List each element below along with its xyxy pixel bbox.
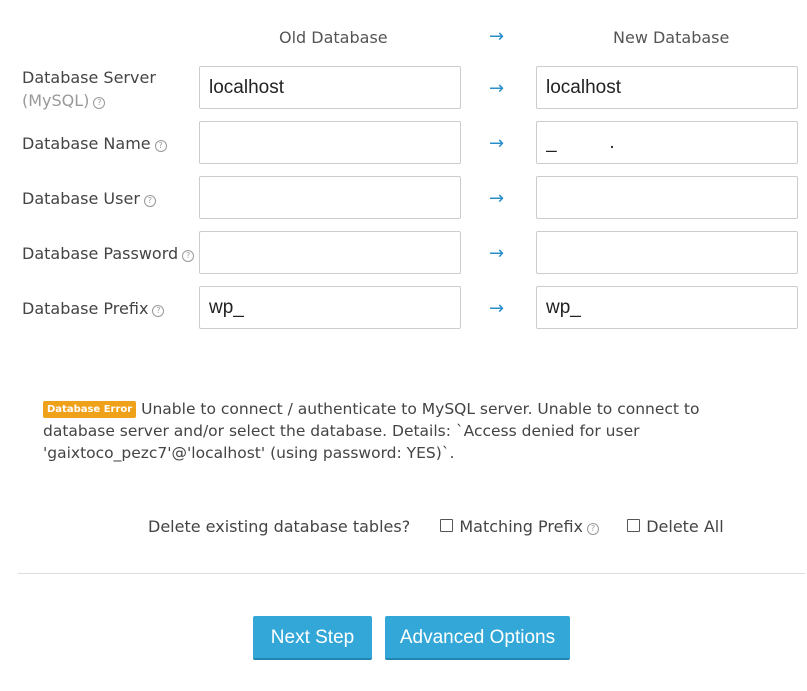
old-database-prefix-input[interactable] [199, 286, 461, 329]
old-database-name-input[interactable] [199, 121, 461, 164]
old-database-header: Old Database [279, 28, 388, 47]
delete-all-checkbox[interactable] [627, 519, 641, 532]
help-icon[interactable]: ? [587, 523, 600, 535]
new-database-user-input[interactable] [536, 176, 798, 219]
database-server-label-text: Database Server [22, 68, 156, 87]
new-database-prefix-input[interactable] [536, 286, 798, 329]
database-name-label: Database Name? [22, 132, 167, 155]
help-icon[interactable]: ? [152, 305, 165, 317]
database-password-label: Database Password? [22, 242, 195, 265]
database-prefix-label-text: Database Prefix [22, 299, 149, 318]
matching-prefix-label[interactable]: Matching Prefix [459, 517, 583, 536]
arrow-icon: → [489, 133, 505, 154]
new-database-header: New Database [613, 28, 730, 47]
database-name-label-text: Database Name [22, 134, 151, 153]
old-database-server-input[interactable] [199, 66, 461, 109]
arrow-icon: → [489, 243, 505, 264]
arrow-icon: → [489, 298, 505, 319]
header-arrow-icon: → [489, 26, 505, 47]
divider [18, 573, 805, 574]
new-database-password-input[interactable] [536, 231, 798, 274]
delete-all-label[interactable]: Delete All [646, 517, 724, 536]
help-icon[interactable]: ? [154, 140, 167, 152]
database-error-text: Unable to connect / authenticate to MySQ… [43, 400, 700, 462]
matching-prefix-checkbox[interactable] [440, 519, 454, 532]
help-icon[interactable]: ? [93, 97, 106, 109]
old-database-user-input[interactable] [199, 176, 461, 219]
delete-tables-question: Delete existing database tables? [148, 517, 411, 536]
database-password-label-text: Database Password [22, 244, 179, 263]
database-error-badge: Database Error [43, 401, 137, 418]
delete-tables-row: Delete existing database tables? Matchin… [148, 517, 724, 536]
database-server-sublabel: (MySQL) [22, 91, 90, 110]
arrow-icon: → [489, 188, 505, 209]
new-database-name-input[interactable] [536, 121, 798, 164]
help-icon[interactable]: ? [143, 195, 156, 207]
new-database-server-input[interactable] [536, 66, 798, 109]
advanced-options-button[interactable]: Advanced Options [385, 616, 570, 660]
help-icon[interactable]: ? [182, 250, 195, 262]
database-prefix-label: Database Prefix? [22, 297, 165, 320]
database-server-label: Database Server (MySQL)? [22, 66, 156, 112]
old-database-password-input[interactable] [199, 231, 461, 274]
database-error-message: Database Error Unable to connect / authe… [43, 398, 773, 464]
database-user-label: Database User? [22, 187, 156, 210]
next-step-button[interactable]: Next Step [253, 616, 372, 660]
arrow-icon: → [489, 78, 505, 99]
database-user-label-text: Database User [22, 189, 140, 208]
